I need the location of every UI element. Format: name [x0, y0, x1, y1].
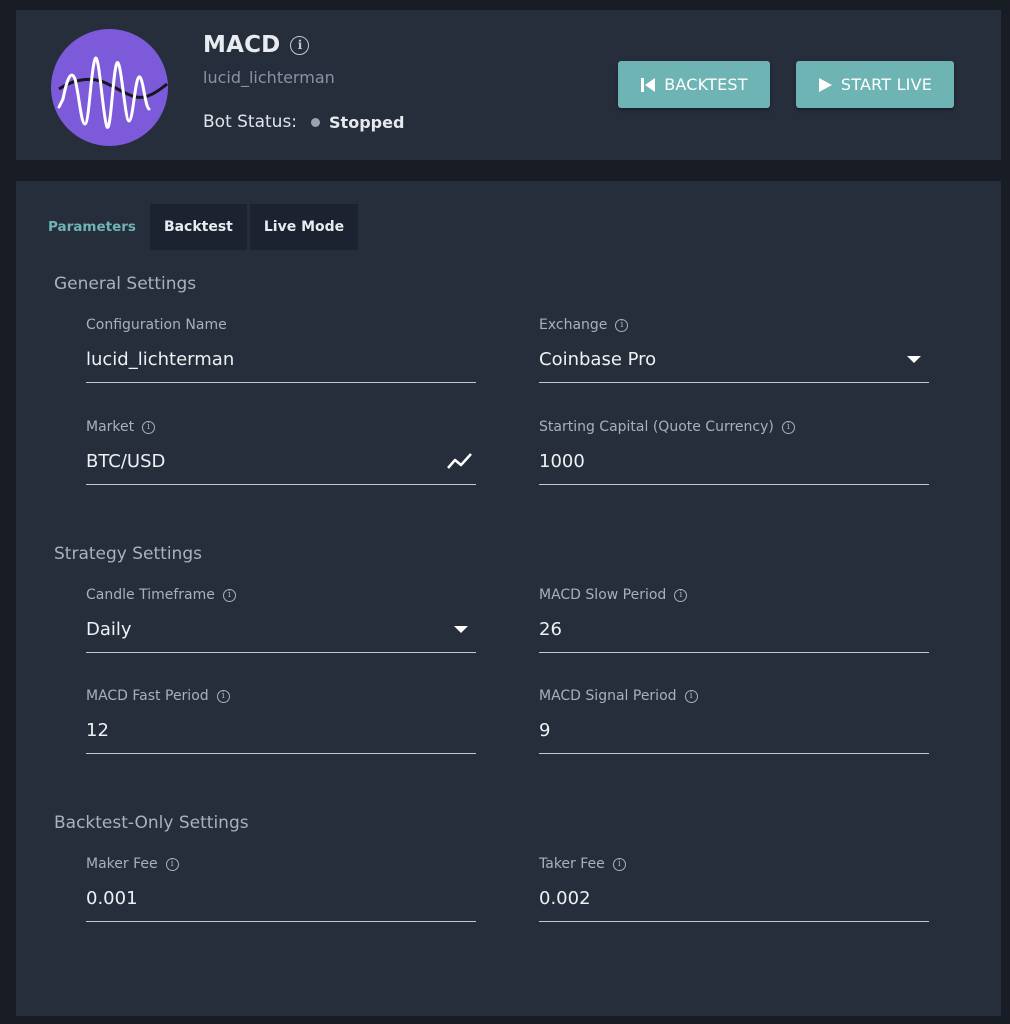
- trend-chart-icon[interactable]: [446, 450, 474, 472]
- tab-bar: Parameters Backtest Live Mode: [40, 204, 361, 250]
- starting-capital-value: 1000: [539, 451, 585, 472]
- market-field: Market i BTC/USD: [86, 418, 476, 485]
- info-icon[interactable]: i: [142, 420, 156, 434]
- macd-slow-label: MACD Slow Period: [539, 587, 667, 603]
- info-icon[interactable]: i: [615, 318, 629, 332]
- info-icon[interactable]: i: [684, 689, 698, 703]
- macd-signal-label: MACD Signal Period: [539, 688, 677, 704]
- tab-parameters[interactable]: Parameters: [40, 204, 144, 250]
- exchange-select[interactable]: Coinbase Pro: [539, 348, 929, 383]
- info-icon[interactable]: i: [222, 588, 236, 602]
- info-icon[interactable]: i: [165, 857, 179, 871]
- candle-timeframe-select[interactable]: Daily: [86, 618, 476, 653]
- exchange-value: Coinbase Pro: [539, 349, 657, 370]
- candle-timeframe-field: Candle Timeframe i Daily: [86, 586, 476, 653]
- info-icon[interactable]: i: [781, 420, 795, 434]
- maker-fee-label: Maker Fee: [86, 856, 158, 872]
- taker-fee-input[interactable]: 0.002: [539, 887, 929, 922]
- starting-capital-label: Starting Capital (Quote Currency): [539, 419, 774, 435]
- section-title-strategy: Strategy Settings: [54, 544, 202, 564]
- backtest-button-label: BACKTEST: [664, 75, 748, 94]
- start-live-button-label: START LIVE: [840, 75, 933, 94]
- bot-avatar-wave-icon: [51, 29, 168, 146]
- configuration-name-value: lucid_lichterman: [86, 349, 235, 370]
- section-title-general: General Settings: [54, 274, 197, 294]
- status-label: Bot Status:: [203, 112, 298, 132]
- section-title-backtest-only: Backtest-Only Settings: [54, 813, 249, 833]
- taker-fee-field: Taker Fee i 0.002: [539, 855, 929, 922]
- candle-timeframe-label: Candle Timeframe: [86, 587, 215, 603]
- maker-fee-field: Maker Fee i 0.001: [86, 855, 476, 922]
- bot-header: MACD i lucid_lichterman Bot Status: Stop…: [16, 10, 1001, 160]
- taker-fee-label: Taker Fee: [539, 856, 605, 872]
- info-icon[interactable]: i: [674, 588, 688, 602]
- maker-fee-input[interactable]: 0.001: [86, 887, 476, 922]
- macd-slow-field: MACD Slow Period i 26: [539, 586, 929, 653]
- bot-config-name: lucid_lichterman: [203, 68, 335, 87]
- caret-down-icon: [454, 626, 468, 633]
- bot-title: MACD: [203, 32, 281, 58]
- settings-panel: Parameters Backtest Live Mode General Se…: [16, 181, 1001, 1016]
- macd-signal-input[interactable]: 9: [539, 719, 929, 754]
- candle-timeframe-value: Daily: [86, 619, 132, 640]
- macd-signal-field: MACD Signal Period i 9: [539, 687, 929, 754]
- macd-fast-input[interactable]: 12: [86, 719, 476, 754]
- status-dot-icon: [311, 117, 321, 127]
- taker-fee-value: 0.002: [539, 888, 591, 909]
- market-label: Market: [86, 419, 135, 435]
- macd-slow-input[interactable]: 26: [539, 618, 929, 653]
- market-input[interactable]: BTC/USD: [86, 450, 476, 485]
- starting-capital-field: Starting Capital (Quote Currency) i 1000: [539, 418, 929, 485]
- backtest-button[interactable]: BACKTEST: [618, 61, 770, 108]
- configuration-name-field: Configuration Name lucid_lichterman: [86, 316, 476, 383]
- tab-live-mode[interactable]: Live Mode: [249, 204, 359, 250]
- start-live-button[interactable]: START LIVE: [796, 61, 954, 108]
- skip-back-icon: [641, 77, 656, 92]
- info-icon[interactable]: i: [216, 689, 230, 703]
- bot-status: Bot Status: Stopped: [203, 112, 404, 132]
- configuration-name-input[interactable]: lucid_lichterman: [86, 348, 476, 383]
- tab-backtest[interactable]: Backtest: [149, 204, 247, 250]
- exchange-label: Exchange: [539, 317, 608, 333]
- play-icon: [818, 77, 832, 92]
- caret-down-icon: [907, 356, 921, 363]
- macd-fast-value: 12: [86, 720, 109, 741]
- macd-fast-label: MACD Fast Period: [86, 688, 209, 704]
- macd-fast-field: MACD Fast Period i 12: [86, 687, 476, 754]
- configuration-name-label: Configuration Name: [86, 317, 227, 333]
- market-value: BTC/USD: [86, 451, 166, 472]
- maker-fee-value: 0.001: [86, 888, 138, 909]
- info-icon[interactable]: i: [612, 857, 626, 871]
- status-value: Stopped: [329, 112, 405, 132]
- info-icon[interactable]: i: [290, 35, 310, 55]
- starting-capital-input[interactable]: 1000: [539, 450, 929, 485]
- exchange-field: Exchange i Coinbase Pro: [539, 316, 929, 383]
- macd-signal-value: 9: [539, 720, 551, 741]
- macd-slow-value: 26: [539, 619, 562, 640]
